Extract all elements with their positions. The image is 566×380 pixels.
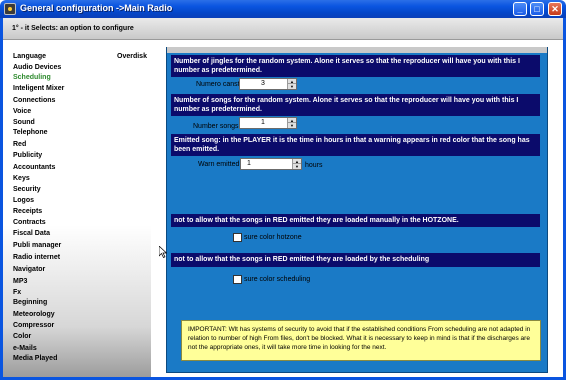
sidebar-item-connections[interactable]: Connections: [13, 97, 55, 104]
jingles-value[interactable]: 3: [240, 80, 286, 87]
scheduling-checkbox[interactable]: [233, 275, 242, 284]
hotzone-description: not to allow that the songs in RED emitt…: [171, 214, 540, 227]
sidebar-item-color[interactable]: Color: [13, 333, 31, 340]
sidebar-item-navigator[interactable]: Navigator: [13, 266, 45, 273]
sidebar-item-security[interactable]: Security: [13, 186, 41, 193]
sidebar-item-meteorology[interactable]: Meteorology: [13, 311, 55, 318]
warn-emitted-label: Warn emitted:: [198, 161, 242, 168]
minimize-button[interactable]: _: [513, 2, 527, 16]
hotzone-checkbox[interactable]: [233, 233, 242, 242]
sidebar-item-beginning[interactable]: Beginning: [13, 299, 47, 306]
maximize-button[interactable]: □: [530, 2, 544, 16]
sidebar-item-accountants[interactable]: Accountants: [13, 164, 55, 171]
jingles-stepper-arrows[interactable]: ▲ ▼: [287, 79, 296, 89]
jingles-stepper[interactable]: 3 ▲ ▼: [239, 78, 297, 90]
warn-emitted-value[interactable]: 1: [247, 160, 291, 167]
warn-emitted-stepper-arrows[interactable]: ▲ ▼: [292, 159, 301, 169]
sidebar-item-fiscal-data[interactable]: Fiscal Data: [13, 230, 50, 237]
hours-label: hours: [305, 162, 323, 169]
instruction-header: 1° - it Selects: an option to configure: [3, 18, 563, 40]
songs-stepper-arrows[interactable]: ▲ ▼: [287, 118, 296, 128]
sidebar-item-publicity[interactable]: Publicity: [13, 152, 42, 159]
sidebar-item-inteligent-mixer[interactable]: Inteligent Mixer: [13, 85, 64, 92]
important-note: IMPORTANT: Wlt has systems of security t…: [181, 320, 541, 361]
title-bar: General configuration ->Main Radio _ □ ✕: [0, 0, 566, 18]
sidebar-item-publi-manager[interactable]: Publi manager: [13, 242, 61, 249]
stepper-down-icon[interactable]: ▼: [293, 164, 301, 169]
sidebar-item-scheduling[interactable]: Scheduling: [13, 74, 51, 81]
app-icon: [4, 3, 16, 15]
sidebar-item-language[interactable]: Language: [13, 53, 46, 60]
songs-stepper[interactable]: 1 ▲ ▼: [239, 117, 297, 129]
sidebar-item-logos[interactable]: Logos: [13, 197, 34, 204]
sidebar-item-receipts[interactable]: Receipts: [13, 208, 42, 215]
sidebar-item-mp3[interactable]: MP3: [13, 278, 27, 285]
songs-value[interactable]: 1: [240, 119, 286, 126]
sidebar-item-compressor[interactable]: Compressor: [13, 322, 54, 329]
hotzone-checkbox-label[interactable]: sure color hotzone: [244, 234, 302, 241]
instruction-text: 1° - it Selects: an option to configure: [12, 25, 134, 32]
sidebar-item-audio-devices[interactable]: Audio Devices: [13, 64, 61, 71]
panel-top-strip: [167, 47, 547, 53]
mouse-cursor-icon: [159, 246, 167, 258]
songs-description: Number of songs for the random system. A…: [171, 94, 540, 116]
sidebar-item-e-mails[interactable]: e-Mails: [13, 345, 37, 352]
sidebar-item-keys[interactable]: Keys: [13, 175, 30, 182]
stepper-down-icon[interactable]: ▼: [288, 123, 296, 128]
sidebar-item-radio-internet[interactable]: Radio internet: [13, 254, 60, 261]
stepper-down-icon[interactable]: ▼: [288, 84, 296, 89]
jingles-description: Number of jingles for the random system.…: [171, 55, 540, 77]
sidebar-item-media-played[interactable]: Media Played: [13, 355, 57, 362]
sidebar-item-voice[interactable]: Voice: [13, 108, 31, 115]
warn-emitted-stepper[interactable]: 1 ▲ ▼: [240, 158, 302, 170]
close-button[interactable]: ✕: [548, 2, 562, 16]
window-title: General configuration ->Main Radio: [20, 3, 173, 13]
sidebar-item-fx[interactable]: Fx: [13, 289, 21, 296]
songs-label: Number songs:: [193, 123, 241, 130]
overdisk-label: Overdisk: [117, 53, 147, 60]
scheduling-checkbox-label[interactable]: sure color scheduling: [244, 276, 310, 283]
sidebar-item-contracts[interactable]: Contracts: [13, 219, 46, 226]
sidebar-item-sound[interactable]: Sound: [13, 119, 35, 126]
sidebar-item-telephone[interactable]: Telephone: [13, 129, 47, 136]
sidebar-item-red[interactable]: Red: [13, 141, 26, 148]
emitted-description: Emitted song: in the PLAYER it is the ti…: [171, 134, 540, 156]
scheduling-description: not to allow that the songs in RED emitt…: [171, 253, 540, 267]
